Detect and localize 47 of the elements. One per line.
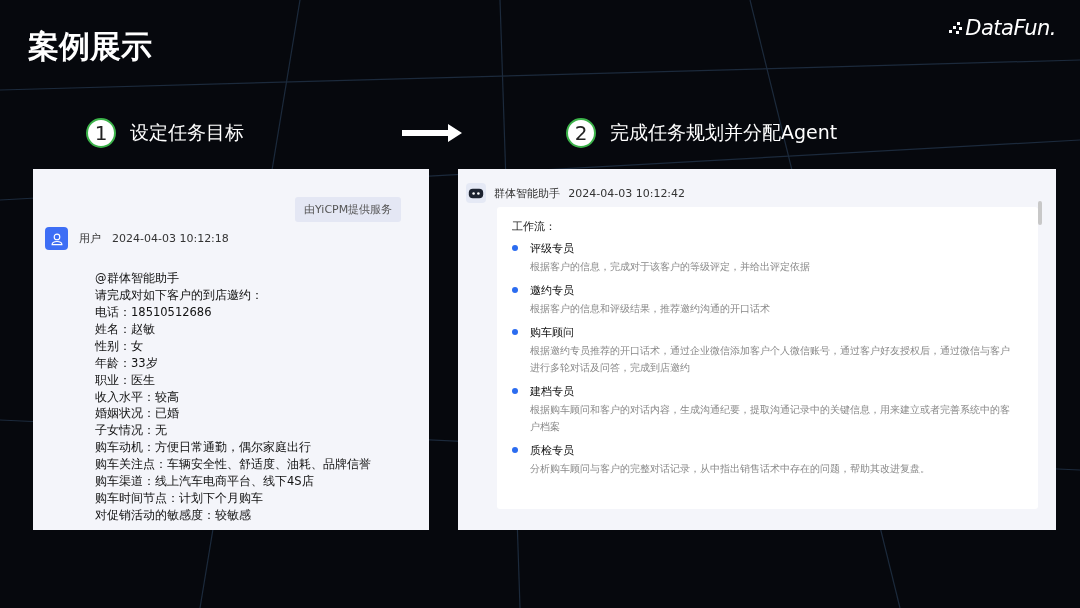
step-number: 2 [566, 118, 596, 149]
message-line: @群体智能助手 [95, 270, 180, 288]
message-line: 购车渠道：线上汽车电商平台、线下4S店 [95, 473, 315, 490]
step-label: 设定任务目标 [130, 120, 244, 146]
agent-description: 根据客户的信息，完成对于该客户的等级评定，并给出评定依据 [530, 259, 811, 275]
agent-title: 建档专员 [530, 384, 576, 401]
agent-description: 根据购车顾问和客户的对话内容，生成沟通纪要，提取沟通记录中的关键信息，用来建立或者完善系统中的客户档案 [530, 402, 1012, 435]
agent-title: 购车顾问 [530, 325, 576, 342]
message-line: 对促销活动的敏感度：较敏感 [95, 506, 252, 524]
timeline-dot [512, 388, 519, 395]
right-arrow-icon [402, 123, 462, 144]
robot-avatar-icon [466, 183, 487, 204]
message-line: 婚姻状况：已婚 [95, 405, 180, 423]
sender-name: 群体智能助手 [494, 185, 561, 201]
service-badge: 由YiCPM提供服务 [295, 197, 402, 223]
message-line: 电话：18510512686 [95, 304, 213, 321]
agent-title: 质检专员 [530, 443, 576, 460]
message-line: 购车关注点：车辆安全性、舒适度、油耗、品牌信誉 [95, 456, 372, 474]
agent-description: 分析购车顾问与客户的完整对话记录，从中指出销售话术中存在的问题，帮助其改进复盘。 [530, 461, 931, 477]
message-line: 购车动机：方便日常通勤，偶尔家庭出行 [95, 439, 312, 457]
timeline-dot [512, 329, 519, 336]
timeline-dot [512, 245, 519, 252]
message-line: 收入水平：较高 [95, 388, 180, 406]
message-line: 子女情况：无 [95, 422, 168, 440]
timeline-dot [512, 447, 519, 454]
sender-name: 用户 [79, 231, 101, 247]
message-line: 请完成对如下客户的到店邀约： [95, 287, 264, 304]
message-line: 年龄：33岁 [95, 354, 159, 372]
dots-icon [949, 22, 964, 34]
timeline-dot [512, 287, 519, 294]
agent-title: 评级专员 [530, 241, 576, 258]
scrollbar[interactable] [1038, 201, 1042, 226]
message-time: 2024-04-03 10:12:18 [112, 232, 229, 246]
step-number: 1 [86, 118, 116, 149]
workflow-heading: 工作流： [512, 219, 558, 235]
step-label: 完成任务规划并分配Agent [610, 120, 838, 146]
user-avatar-icon [45, 227, 68, 251]
agent-description: 根据客户的信息和评级结果，推荐邀约沟通的开口话术 [530, 301, 771, 317]
slide-title: 案例展示 [28, 28, 152, 66]
logo-text: DataFun. [965, 16, 1056, 40]
agent-description: 根据邀约专员推荐的开口话术，通过企业微信添加客户个人微信账号，通过客户好友授权后，通过微信与客户进行多轮对话及问答，完成到店邀约 [530, 343, 1012, 376]
message-line: 姓名：赵敏 [95, 320, 156, 338]
message-line: 购车时间节点：计划下个月购车 [95, 489, 264, 507]
message-line: 职业：医生 [95, 371, 156, 389]
message-line: 性别：女 [95, 337, 144, 355]
message-time: 2024-04-03 10:12:42 [568, 186, 686, 200]
agent-title: 邀约专员 [530, 283, 576, 300]
